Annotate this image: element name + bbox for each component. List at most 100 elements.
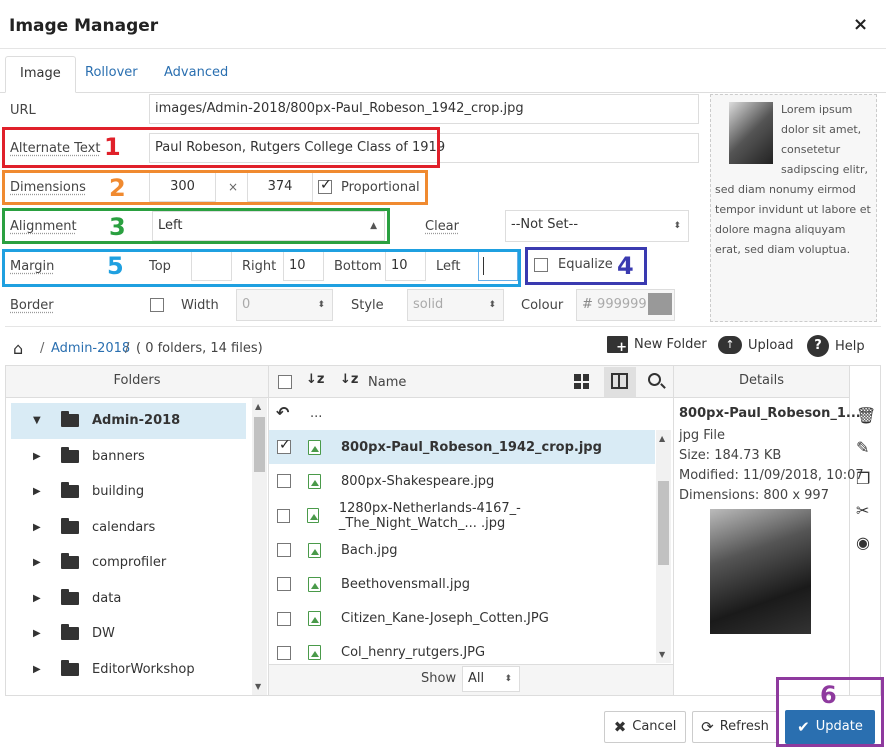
select-arrows-icon: ⬍ — [317, 300, 325, 310]
file-row[interactable]: 800px-Shakespeare.jpg — [269, 464, 655, 498]
annotation-number-2: 2 — [109, 174, 126, 202]
border-label: Border — [10, 298, 54, 313]
image-file-icon — [306, 508, 319, 524]
annotation-box-1 — [2, 127, 440, 168]
help-button[interactable]: ? Help — [807, 335, 865, 357]
folder-item[interactable]: ▶ DW — [11, 616, 246, 652]
file-checkbox[interactable] — [277, 645, 291, 660]
tab-advanced[interactable]: Advanced — [150, 56, 242, 93]
grid-view-icon[interactable] — [574, 374, 589, 389]
view-icon[interactable]: ◉ — [856, 533, 870, 552]
refresh-button[interactable]: ⟳ Refresh — [692, 711, 778, 743]
clear-label: Clear — [425, 219, 459, 234]
scroll-down-icon[interactable]: ▼ — [255, 682, 261, 691]
file-row[interactable]: Beethovensmall.jpg — [269, 567, 655, 601]
folders-header: Folders — [6, 366, 268, 398]
url-input[interactable]: images/Admin-2018/800px-Paul_Robeson_194… — [149, 94, 699, 124]
file-checkbox[interactable] — [277, 611, 291, 626]
file-checkbox[interactable] — [277, 508, 290, 523]
cut-icon[interactable]: ✂ — [856, 501, 869, 520]
url-label: URL — [10, 103, 36, 118]
folder-item[interactable]: ▶ building — [11, 474, 246, 510]
file-row[interactable]: 1280px-Netherlands-4167_-_The_Night_Watc… — [269, 499, 655, 533]
annotation-number-3: 3 — [109, 213, 126, 241]
annotation-number-1: 1 — [104, 133, 121, 161]
annotation-number-4: 4 — [617, 252, 634, 280]
detail-modified: Modified: 11/09/2018, 10:07 — [679, 468, 864, 483]
file-row[interactable]: Citizen_Kane-Joseph_Cotten.JPG — [269, 601, 655, 635]
file-row-selected[interactable]: 800px-Paul_Robeson_1942_crop.jpg — [269, 430, 655, 465]
help-label: Help — [835, 338, 865, 354]
scroll-down-icon[interactable]: ▼ — [659, 650, 665, 659]
folders-scroll-thumb[interactable] — [254, 417, 265, 472]
caret-right-icon: ▶ — [33, 628, 41, 640]
new-folder-label: New Folder — [634, 337, 707, 352]
annotation-box-3 — [2, 208, 390, 244]
file-checkbox[interactable] — [277, 543, 291, 558]
scroll-up-icon[interactable]: ▲ — [255, 402, 261, 411]
scroll-up-icon[interactable]: ▲ — [659, 434, 665, 443]
clear-select[interactable]: --Not Set-- ⬍ — [505, 210, 689, 242]
col-divider — [673, 366, 674, 695]
breadcrumb-admin-2018[interactable]: Admin-2018 — [51, 341, 130, 356]
name-column-header[interactable]: Name — [368, 375, 406, 390]
detail-filename: 800px-Paul_Robeson_1... — [679, 406, 861, 421]
delete-icon[interactable]: 🗑 — [856, 406, 876, 425]
caret-right-icon: ▶ — [33, 557, 41, 569]
annotation-number-5: 5 — [107, 252, 124, 280]
parent-dir-item[interactable]: ... — [310, 406, 322, 421]
folder-item[interactable]: ▶ EditorWorkshop — [11, 652, 246, 688]
upload-button[interactable]: ↑ Upload — [718, 336, 794, 354]
colour-swatch[interactable] — [648, 293, 672, 315]
breadcrumb-sep-2: / — [125, 341, 130, 356]
sort-az-icon[interactable]: ↓z — [306, 372, 324, 387]
search-icon[interactable] — [648, 373, 666, 389]
select-all-checkbox[interactable] — [278, 375, 292, 389]
detail-dimensions: Dimensions: 800 x 997 — [679, 488, 829, 503]
border-style-select[interactable]: solid ⬍ — [407, 289, 504, 321]
select-arrows-icon: ⬍ — [488, 300, 496, 310]
select-arrows-icon: ⬍ — [673, 221, 681, 231]
folder-icon — [61, 517, 79, 534]
details-header: Details — [674, 366, 849, 398]
new-folder-icon: + — [607, 336, 628, 355]
new-folder-button[interactable]: + New Folder — [607, 336, 707, 355]
file-checkbox[interactable] — [277, 474, 291, 489]
sort-za-icon[interactable]: ↓z — [340, 372, 358, 387]
tab-image[interactable]: Image — [5, 56, 76, 93]
file-checkbox[interactable] — [277, 437, 291, 455]
annotation-number-6: 6 — [820, 681, 837, 709]
refresh-icon: ⟳ — [701, 718, 714, 736]
caret-right-icon: ▶ — [33, 663, 41, 675]
folder-item[interactable]: ▶ banners — [11, 439, 246, 475]
annotation-box-5 — [2, 249, 521, 287]
caret-right-icon: ▶ — [33, 521, 41, 533]
files-scroll-thumb[interactable] — [658, 481, 669, 565]
folder-admin-2018[interactable]: ▼ Admin-2018 — [11, 403, 246, 439]
show-select[interactable]: All ⬍ — [462, 666, 520, 692]
file-checkbox[interactable] — [277, 577, 291, 592]
parent-dir-icon[interactable]: ↶ — [276, 403, 290, 422]
copy-icon[interactable]: ❐ — [856, 469, 870, 488]
folder-icon — [61, 446, 79, 463]
edit-icon[interactable]: ✎ — [856, 438, 869, 457]
border-width-select[interactable]: 0 ⬍ — [236, 289, 333, 321]
image-file-icon — [308, 645, 321, 661]
folder-item[interactable]: ▶ calendars — [11, 510, 246, 546]
folder-tree: ▼ Admin-2018 ▶ banners ▶ building ▶ calendar… — [11, 403, 246, 687]
folder-open-icon — [61, 411, 79, 428]
cancel-button[interactable]: ✖ Cancel — [604, 711, 686, 743]
folder-icon — [61, 482, 79, 499]
home-icon[interactable]: ⌂ — [13, 339, 23, 358]
detail-size: Size: 184.73 KB — [679, 448, 782, 463]
folder-item[interactable]: ▶ data — [11, 581, 246, 617]
file-row[interactable]: Bach.jpg — [269, 533, 655, 567]
detail-type: jpg File — [679, 428, 726, 443]
clear-value: --Not Set-- — [511, 217, 579, 232]
breadcrumb-sep: / — [40, 341, 45, 356]
folder-item[interactable]: ▶ comprofiler — [11, 545, 246, 581]
breadcrumb-info: ( 0 folders, 14 files) — [136, 341, 263, 356]
tab-rollover[interactable]: Rollover — [71, 56, 152, 93]
border-checkbox[interactable] — [150, 298, 164, 312]
close-icon[interactable]: × — [853, 14, 868, 35]
